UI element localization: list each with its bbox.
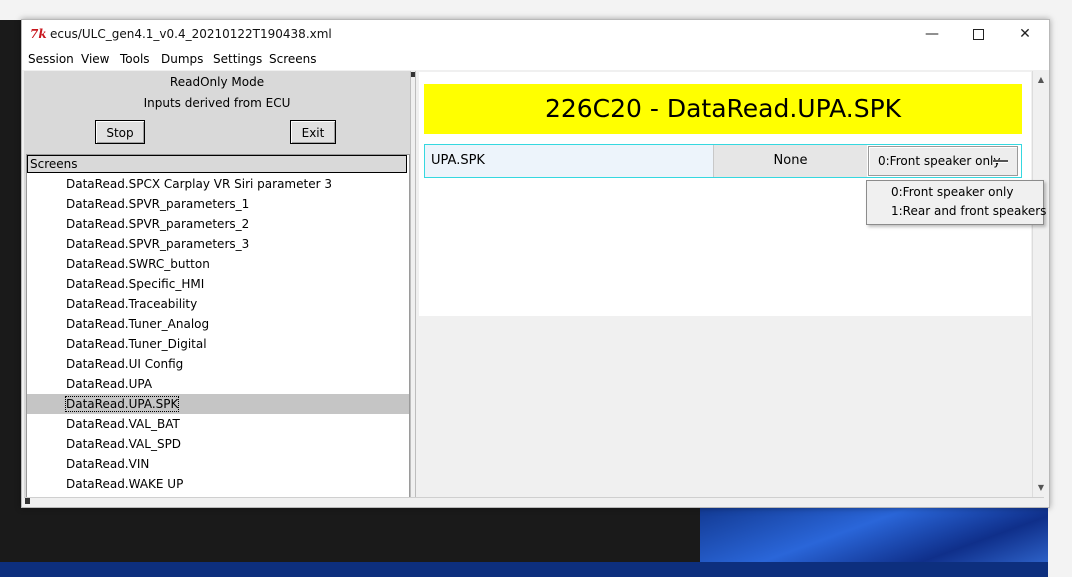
app-window: 7k ecus/ULC_gen4.1_v0.4_20210122T190438.… xyxy=(21,19,1050,508)
list-item[interactable]: DataRead.UPA xyxy=(27,374,409,394)
list-item[interactable]: DataRead.UI Config xyxy=(27,354,409,374)
background-window-right xyxy=(1048,0,1072,577)
mode-label: ReadOnly Mode xyxy=(169,75,265,89)
dropdown-option[interactable]: 0:Front speaker only xyxy=(867,183,1043,202)
horizontal-sash-handle[interactable] xyxy=(25,498,30,504)
menu-tools[interactable]: Tools xyxy=(120,52,150,66)
menu-bar: Session View Tools Dumps Settings Screen… xyxy=(22,49,1049,70)
parameter-name: UPA.SPK xyxy=(425,145,713,177)
screens-list[interactable]: Screens DataRead.SPCX Carplay VR Siri pa… xyxy=(26,154,410,498)
horizontal-scrollbar[interactable] xyxy=(24,497,1044,506)
exit-button[interactable]: Exit xyxy=(290,120,336,144)
list-item[interactable]: DataRead.SPVR_parameters_2 xyxy=(27,214,409,234)
list-item[interactable]: DataRead.Specific_HMI xyxy=(27,274,409,294)
scroll-up-arrow-icon[interactable]: ▲ xyxy=(1034,73,1048,87)
left-panel: ReadOnly Mode Inputs derived from ECU St… xyxy=(24,71,410,498)
list-item[interactable]: DataRead.VIN xyxy=(27,454,409,474)
maximize-icon xyxy=(972,28,984,40)
menu-session[interactable]: Session xyxy=(28,52,74,66)
option-menu-dropdown: 0:Front speaker only 1:Rear and front sp… xyxy=(866,180,1046,225)
list-item-selected[interactable]: DataRead.UPA.SPK xyxy=(27,394,409,414)
window-title: ecus/ULC_gen4.1_v0.4_20210122T190438.xml xyxy=(50,27,332,41)
close-button[interactable]: ✕ xyxy=(1002,20,1048,49)
pane-sash[interactable] xyxy=(410,71,416,497)
list-item[interactable]: DataRead.VAL_SPD xyxy=(27,434,409,454)
list-item[interactable]: DataRead.SPVR_parameters_3 xyxy=(27,234,409,254)
screens-list-rows: DataRead.SPCX Carplay VR Siri parameter … xyxy=(27,174,409,494)
stop-button[interactable]: Stop xyxy=(95,120,145,144)
background-window-top xyxy=(0,0,1072,20)
option-menu-selected: 0:Front speaker only xyxy=(878,154,1001,168)
list-item[interactable]: DataRead.SPVR_parameters_1 xyxy=(27,194,409,214)
menu-view[interactable]: View xyxy=(81,52,109,66)
vertical-scrollbar[interactable]: ▲ ▼ xyxy=(1032,71,1048,497)
sash-handle[interactable] xyxy=(411,72,415,77)
dropdown-option[interactable]: 1:Rear and front speakers xyxy=(867,202,1046,221)
parameter-row: UPA.SPK None 0:Front speaker only xyxy=(424,144,1022,178)
list-item[interactable]: DataRead.Traceability xyxy=(27,294,409,314)
list-item[interactable]: DataRead.SPCX Carplay VR Siri parameter … xyxy=(27,174,409,194)
list-item[interactable]: DataRead.VAL_BAT xyxy=(27,414,409,434)
screens-list-header[interactable]: Screens xyxy=(27,155,407,173)
maximize-button[interactable] xyxy=(955,20,1001,49)
desktop-wallpaper-strip xyxy=(0,562,1072,577)
right-panel: 226C20 - DataRead.UPA.SPK UPA.SPK None 0… xyxy=(417,71,1031,497)
scroll-down-arrow-icon[interactable]: ▼ xyxy=(1034,481,1048,495)
list-item[interactable]: DataRead.SWRC_button xyxy=(27,254,409,274)
option-menu-indicator-icon xyxy=(993,160,1008,163)
list-item[interactable]: DataRead.WAKE UP xyxy=(27,474,409,494)
screen-title-banner: 226C20 - DataRead.UPA.SPK xyxy=(424,84,1022,134)
list-item[interactable]: DataRead.Tuner_Analog xyxy=(27,314,409,334)
parameter-option-menu[interactable]: 0:Front speaker only xyxy=(868,146,1018,176)
list-item[interactable]: DataRead.Tuner_Digital xyxy=(27,334,409,354)
parameter-current-value: None xyxy=(713,145,867,177)
menu-dumps[interactable]: Dumps xyxy=(161,52,203,66)
inputs-source-label: Inputs derived from ECU xyxy=(143,96,291,110)
tk-feather-icon: 7k xyxy=(30,27,47,41)
menu-settings[interactable]: Settings xyxy=(213,52,262,66)
menu-screens[interactable]: Screens xyxy=(269,52,317,66)
minimize-button[interactable]: — xyxy=(909,20,955,49)
title-bar[interactable]: 7k ecus/ULC_gen4.1_v0.4_20210122T190438.… xyxy=(22,20,1049,49)
